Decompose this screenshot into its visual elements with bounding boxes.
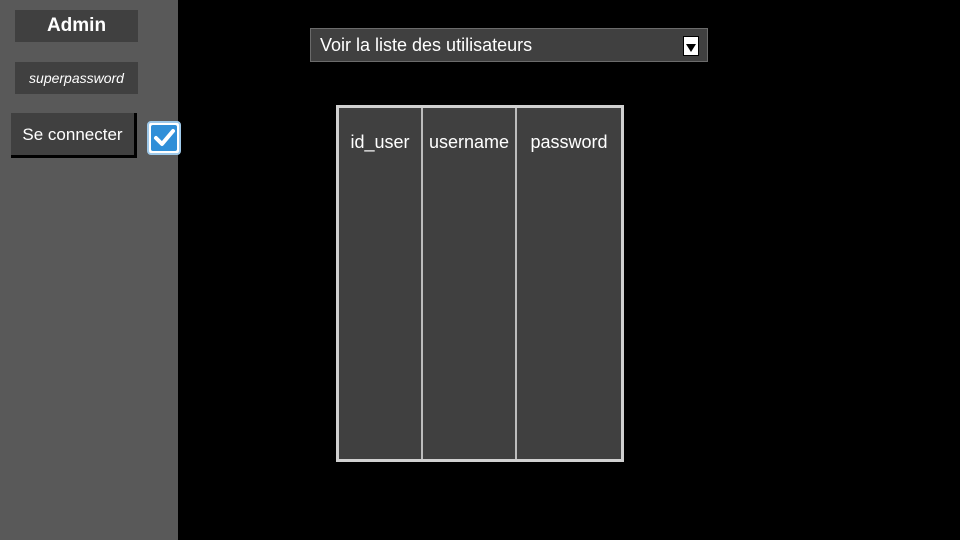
checked-checkbox-icon: [147, 121, 181, 155]
view-select-dropdown[interactable]: Voir la liste des utilisateurs: [310, 28, 708, 62]
dropdown-selected-value: Voir la liste des utilisateurs: [320, 35, 533, 55]
password-field[interactable]: superpassword: [15, 62, 138, 94]
column-header-username: username: [423, 108, 517, 459]
login-button[interactable]: Se connecter: [11, 113, 137, 158]
sidebar: Admin superpassword Se connecter: [0, 0, 181, 540]
username-field[interactable]: Admin: [15, 10, 138, 42]
column-header-id-user: id_user: [339, 108, 423, 459]
dropdown-arrow-icon[interactable]: [683, 36, 699, 56]
users-table: id_user username password: [336, 105, 624, 462]
column-header-password: password: [530, 132, 608, 152]
